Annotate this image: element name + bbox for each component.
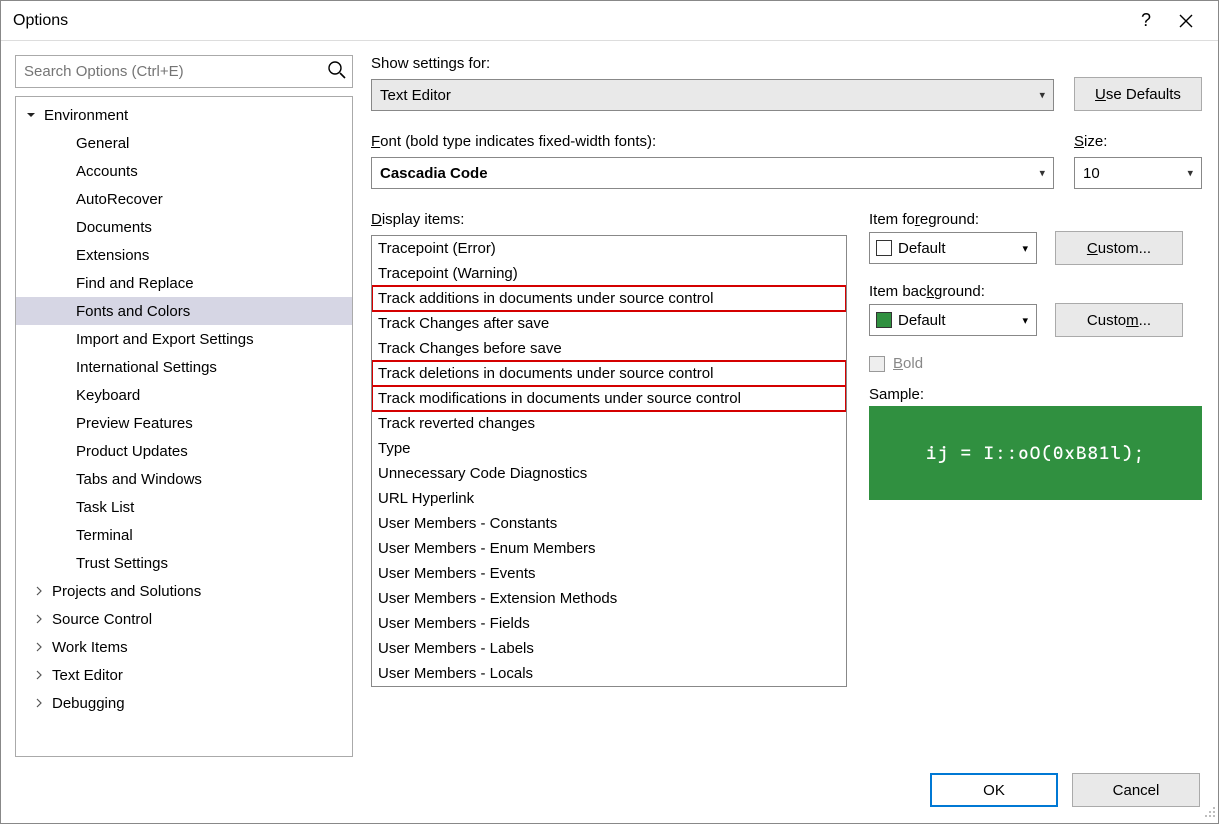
chevron-down-icon: ▾ <box>1039 89 1045 102</box>
tree-item-autorecover[interactable]: AutoRecover <box>16 185 352 213</box>
chevron-down-icon: ▾ <box>1022 314 1028 327</box>
color-swatch-icon <box>876 312 892 328</box>
close-icon[interactable] <box>1166 14 1206 28</box>
display-item[interactable]: User Members - Constants <box>372 511 846 536</box>
item-bg-label: Item background: <box>869 283 1202 300</box>
tree-node-source-control[interactable]: Source Control <box>16 605 352 633</box>
size-label: Size: <box>1074 133 1202 150</box>
tree-item-trust-settings[interactable]: Trust Settings <box>16 549 352 577</box>
chevron-down-icon: ▾ <box>1022 242 1028 255</box>
display-item[interactable]: User Members - Events <box>372 561 846 586</box>
custom-background-button[interactable]: Custom... <box>1055 303 1183 337</box>
display-item[interactable]: User Members - Enum Members <box>372 536 846 561</box>
display-items-label: Display items: <box>371 211 847 228</box>
display-item[interactable]: Unnecessary Code Diagnostics <box>372 461 846 486</box>
tree-node-work-items[interactable]: Work Items <box>16 633 352 661</box>
item-foreground-select[interactable]: Default ▾ <box>869 232 1037 264</box>
tree-item-tabs-windows[interactable]: Tabs and Windows <box>16 465 352 493</box>
tree-item-find-replace[interactable]: Find and Replace <box>16 269 352 297</box>
sample-preview: ij = I::oO(0xB81l); <box>869 406 1202 500</box>
display-item[interactable]: Track deletions in documents under sourc… <box>372 361 846 386</box>
expand-icon[interactable] <box>34 614 50 624</box>
display-item[interactable]: User Members - Extension Methods <box>372 586 846 611</box>
tree-item-terminal[interactable]: Terminal <box>16 521 352 549</box>
chevron-down-icon: ▾ <box>1187 167 1193 180</box>
expand-icon[interactable] <box>34 642 50 652</box>
item-fg-label: Item foreground: <box>869 211 1202 228</box>
tree-item-task-list[interactable]: Task List <box>16 493 352 521</box>
display-item[interactable]: Track modifications in documents under s… <box>372 386 846 411</box>
tree-node-environment[interactable]: Environment <box>16 101 352 129</box>
display-item[interactable]: Track Changes after save <box>372 311 846 336</box>
search-input[interactable] <box>15 55 353 88</box>
font-label: Font (bold type indicates fixed-width fo… <box>371 133 1054 150</box>
show-settings-select[interactable]: Text Editor ▾ <box>371 79 1054 111</box>
custom-foreground-button[interactable]: Custom... <box>1055 231 1183 265</box>
collapse-icon[interactable] <box>26 110 42 120</box>
item-background-select[interactable]: Default ▾ <box>869 304 1037 336</box>
use-defaults-button[interactable]: Use Defaults <box>1074 77 1202 111</box>
bold-label: Bold <box>893 355 923 372</box>
bold-checkbox <box>869 356 885 372</box>
window-title: Options <box>13 12 1126 30</box>
tree-node-projects-solutions[interactable]: Projects and Solutions <box>16 577 352 605</box>
display-item[interactable]: Tracepoint (Error) <box>372 236 846 261</box>
tree-item-preview-features[interactable]: Preview Features <box>16 409 352 437</box>
resize-grip-icon[interactable] <box>1204 805 1216 821</box>
tree-item-documents[interactable]: Documents <box>16 213 352 241</box>
help-icon[interactable]: ? <box>1126 10 1166 31</box>
display-item[interactable]: Type <box>372 436 846 461</box>
tree-item-import-export[interactable]: Import and Export Settings <box>16 325 352 353</box>
expand-icon[interactable] <box>34 586 50 596</box>
ok-button[interactable]: OK <box>930 773 1058 807</box>
chevron-down-icon: ▾ <box>1039 167 1045 180</box>
tree-node-debugging[interactable]: Debugging <box>16 689 352 717</box>
tree-item-accounts[interactable]: Accounts <box>16 157 352 185</box>
display-item[interactable]: Track reverted changes <box>372 411 846 436</box>
show-settings-label: Show settings for: <box>371 55 1054 72</box>
sample-label: Sample: <box>869 386 1202 403</box>
color-swatch-icon <box>876 240 892 256</box>
display-item[interactable]: Track Changes before save <box>372 336 846 361</box>
font-select[interactable]: Cascadia Code ▾ <box>371 157 1054 189</box>
display-item[interactable]: Tracepoint (Warning) <box>372 261 846 286</box>
size-select[interactable]: 10 ▾ <box>1074 157 1202 189</box>
tree-item-general[interactable]: General <box>16 129 352 157</box>
tree-item-extensions[interactable]: Extensions <box>16 241 352 269</box>
expand-icon[interactable] <box>34 698 50 708</box>
tree-item-intl-settings[interactable]: International Settings <box>16 353 352 381</box>
tree-item-keyboard[interactable]: Keyboard <box>16 381 352 409</box>
display-item[interactable]: User Members - Locals <box>372 661 846 686</box>
display-item[interactable]: User Members - Labels <box>372 636 846 661</box>
cancel-button[interactable]: Cancel <box>1072 773 1200 807</box>
expand-icon[interactable] <box>34 670 50 680</box>
display-item[interactable]: URL Hyperlink <box>372 486 846 511</box>
tree-label: Environment <box>44 107 128 124</box>
display-item[interactable]: User Members - Fields <box>372 611 846 636</box>
tree-node-text-editor[interactable]: Text Editor <box>16 661 352 689</box>
tree-item-fonts-and-colors[interactable]: Fonts and Colors <box>16 297 352 325</box>
options-tree[interactable]: Environment General Accounts AutoRecover… <box>15 96 353 757</box>
tree-item-product-updates[interactable]: Product Updates <box>16 437 352 465</box>
display-item[interactable]: Track additions in documents under sourc… <box>372 286 846 311</box>
display-items-list[interactable]: Tracepoint (Error)Tracepoint (Warning)Tr… <box>371 235 847 687</box>
